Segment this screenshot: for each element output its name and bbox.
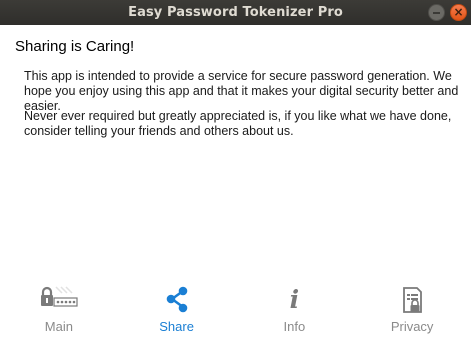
- intro-paragraph: This app is intended to provide a servic…: [24, 69, 459, 113]
- window-controls: ×: [428, 4, 467, 21]
- tab-main[interactable]: Main: [0, 282, 118, 338]
- window-title: Easy Password Tokenizer Pro: [128, 5, 343, 20]
- bottom-tab-bar: Main Share i Info Privacy: [0, 282, 471, 338]
- privacy-document-lock-icon: [392, 286, 432, 314]
- minimize-icon: [433, 11, 440, 14]
- close-icon: ×: [453, 5, 464, 19]
- share-page-content: Sharing is Caring! This app is intended …: [0, 25, 471, 275]
- page-heading: Sharing is Caring!: [15, 38, 135, 55]
- share-icon: [157, 286, 197, 314]
- tab-privacy-label: Privacy: [390, 319, 434, 334]
- app-window: Easy Password Tokenizer Pro × Sharing is…: [0, 0, 471, 338]
- tab-info[interactable]: i Info: [236, 282, 354, 338]
- tab-share[interactable]: Share: [118, 282, 236, 338]
- info-glyph: i: [289, 285, 300, 314]
- tab-privacy[interactable]: Privacy: [353, 282, 471, 338]
- tab-info-label: Info: [283, 319, 306, 334]
- title-bar[interactable]: Easy Password Tokenizer Pro ×: [0, 0, 471, 25]
- share-request-paragraph: Never ever required but greatly apprecia…: [24, 109, 452, 138]
- tab-share-label: Share: [159, 319, 194, 334]
- close-button[interactable]: ×: [450, 4, 467, 21]
- tab-main-label: Main: [44, 319, 73, 334]
- info-icon: i: [274, 286, 314, 314]
- lock-password-icon: [39, 286, 79, 314]
- minimize-button[interactable]: [428, 4, 445, 21]
